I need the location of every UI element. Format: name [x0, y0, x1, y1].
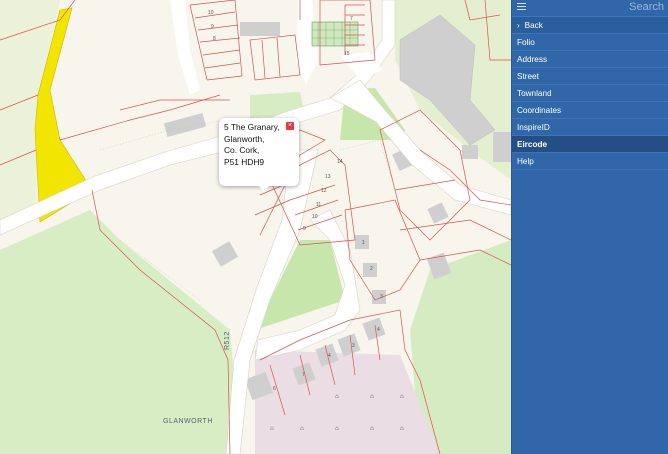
svg-text:14: 14: [337, 159, 343, 165]
address-popup: 5 The Granary, Glanworth, Co. Cork, P51 …: [219, 118, 299, 192]
sidebar-item-help[interactable]: Help: [512, 153, 668, 170]
svg-text:⌂: ⌂: [400, 393, 404, 400]
popup-address-line: 5 The Granary,: [224, 122, 280, 132]
svg-text:15: 15: [344, 51, 350, 57]
back-label: Back: [524, 21, 543, 30]
svg-text:⌂: ⌂: [300, 425, 304, 432]
sidebar-item-street[interactable]: Street: [512, 68, 668, 85]
svg-text:13: 13: [325, 174, 331, 180]
sidebar-item-coordinates[interactable]: Coordinates: [512, 102, 668, 119]
svg-text:11: 11: [316, 202, 321, 208]
map-layers: ⌂ ⌂ ⌂ ⌂ ⌂ ⌂ ⌂ ⌂ 141312 11109 1098 715 123 674 …: [0, 0, 511, 454]
map-canvas[interactable]: ⌂ ⌂ ⌂ ⌂ ⌂ ⌂ ⌂ ⌂ 14 13 12 11 10 9 10 9 8 7 15 123 674 …: [0, 0, 511, 454]
sidebar-item-eircode[interactable]: Eircode: [512, 136, 668, 153]
svg-text:4: 4: [377, 327, 380, 333]
svg-text:3: 3: [380, 294, 383, 300]
popup-address-line: Glanworth,: [224, 133, 265, 144]
sidebar-item-inspireid[interactable]: InspireID: [512, 119, 668, 136]
svg-text:6: 6: [273, 386, 276, 392]
svg-text:9: 9: [211, 24, 214, 30]
svg-text:10: 10: [208, 10, 214, 16]
popup-pointer: [259, 186, 269, 192]
svg-text:⌂: ⌂: [270, 425, 274, 432]
sidebar-item-folio[interactable]: Folio: [512, 34, 668, 51]
road-label: R512: [224, 331, 231, 350]
svg-text:⌂: ⌂: [370, 393, 374, 400]
popup-address-line: Co. Cork,: [224, 145, 260, 155]
svg-text:8: 8: [213, 36, 216, 42]
svg-text:1: 1: [362, 240, 365, 246]
svg-text:10: 10: [312, 214, 318, 220]
place-label: GLANWORTH: [163, 418, 213, 425]
svg-text:4: 4: [328, 353, 331, 359]
svg-text:7: 7: [350, 16, 353, 22]
sidebar-item-townland[interactable]: Townland: [512, 85, 668, 102]
svg-text:⌂: ⌂: [335, 393, 339, 400]
svg-text:3: 3: [352, 343, 355, 349]
svg-text:7: 7: [302, 372, 305, 378]
close-icon[interactable]: ×: [286, 122, 294, 130]
chevron-right-icon: ›: [517, 21, 520, 30]
svg-text:12: 12: [321, 188, 327, 194]
menu-icon[interactable]: [517, 3, 526, 12]
search-sidebar: Search › Back Folio Address Street Townla…: [511, 0, 668, 454]
search-label[interactable]: Search: [629, 1, 664, 13]
popup-eircode: P51 HDH9: [224, 156, 265, 167]
svg-text:2: 2: [370, 266, 373, 272]
sidebar-item-address[interactable]: Address: [512, 51, 668, 68]
svg-text:⌂: ⌂: [400, 425, 404, 432]
back-button[interactable]: › Back: [512, 17, 668, 34]
svg-text:9: 9: [303, 226, 306, 232]
sidebar-header: Search: [512, 0, 668, 17]
svg-text:⌂: ⌂: [335, 425, 339, 432]
svg-text:⌂: ⌂: [370, 425, 374, 432]
